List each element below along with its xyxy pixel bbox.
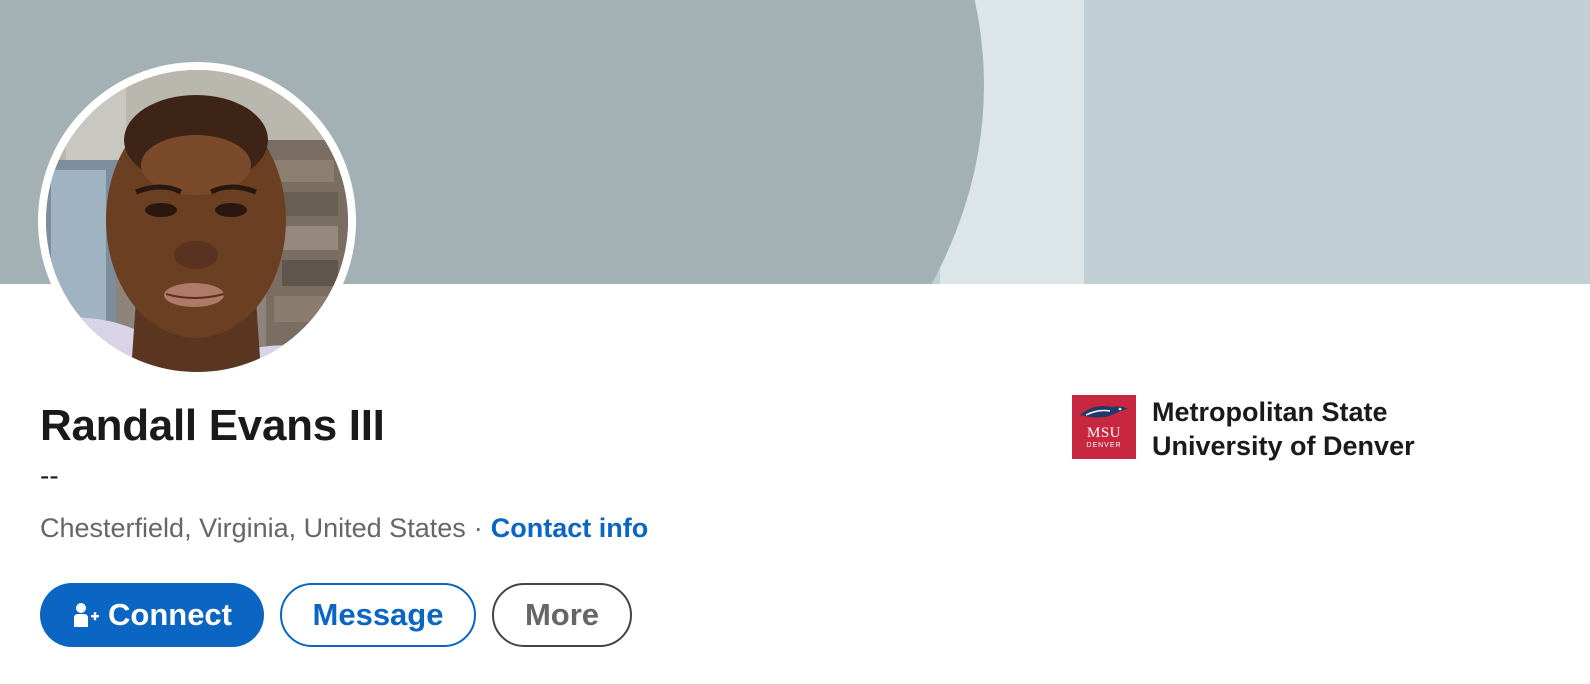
separator-dot: · <box>473 512 483 543</box>
profile-location: Chesterfield, Virginia, United States <box>40 512 466 543</box>
contact-info-link[interactable]: Contact info <box>491 513 648 544</box>
message-button-label: Message <box>312 597 444 632</box>
avatar-photo <box>46 70 348 372</box>
school-name: Metropolitan State University of Denver <box>1152 397 1415 461</box>
education-item[interactable]: MSU DENVER Metropolitan State University… <box>1072 395 1442 463</box>
message-button[interactable]: Message <box>280 583 476 647</box>
school-logo-icon: MSU DENVER <box>1072 395 1136 459</box>
profile-avatar[interactable] <box>38 62 356 380</box>
school-logo-text: MSU <box>1086 425 1121 441</box>
connect-button-label: Connect <box>108 597 232 632</box>
profile-name: Randall Evans III <box>40 401 385 450</box>
profile-card: Randall Evans III -- Chesterfield, Virgi… <box>0 0 1590 684</box>
location-row: Chesterfield, Virginia, United States · … <box>40 510 648 546</box>
profile-actions: Connect Message More <box>40 583 632 647</box>
connect-button[interactable]: Connect <box>40 583 264 647</box>
profile-headline: -- <box>40 460 59 491</box>
person-add-icon <box>74 603 99 627</box>
more-button[interactable]: More <box>492 583 632 647</box>
school-logo-subtext: DENVER <box>1086 442 1122 449</box>
more-button-label: More <box>524 597 600 632</box>
roadrunner-mark-icon <box>1080 406 1128 418</box>
